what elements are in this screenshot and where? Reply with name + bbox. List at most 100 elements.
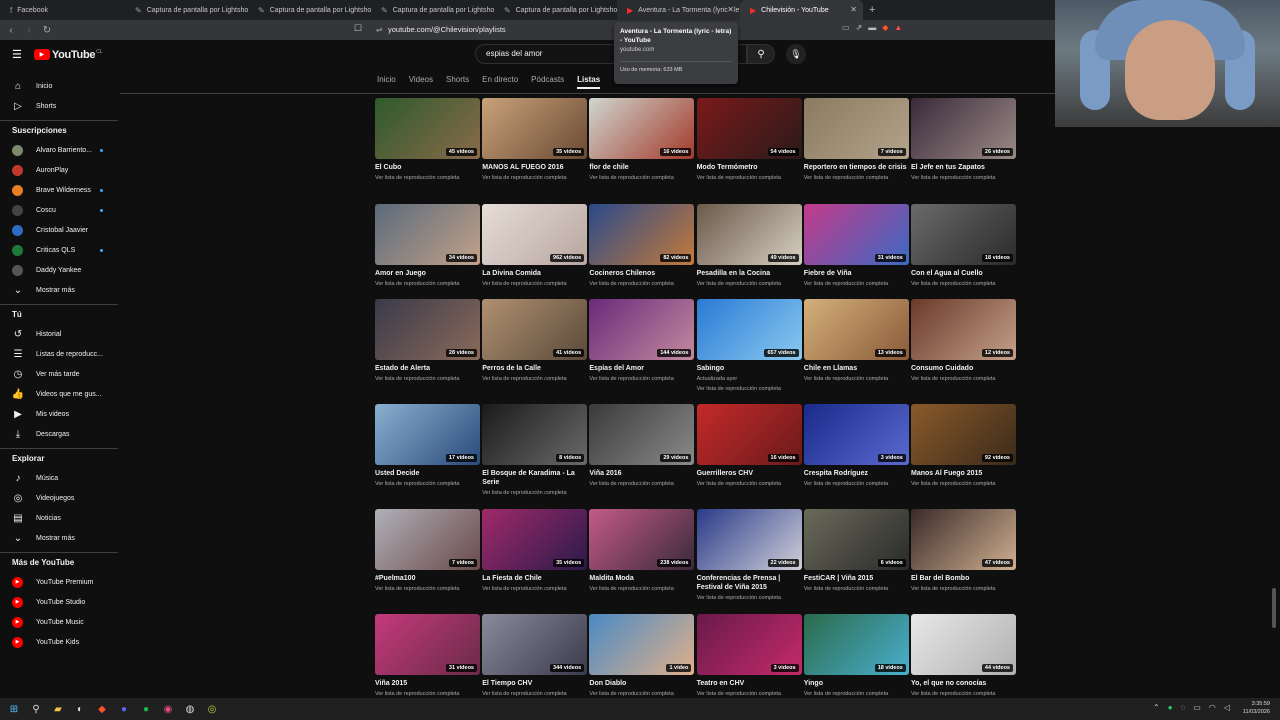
sidebar-item[interactable]: ☰ Listas de reproducc... xyxy=(11,346,119,362)
playlist-title[interactable]: Conferencias de Prensa | Festival de Viñ… xyxy=(697,574,802,592)
scrollbar[interactable] xyxy=(1272,588,1276,628)
playlist-title[interactable]: Don Diablo xyxy=(589,679,694,688)
playlist-title[interactable]: El Cubo xyxy=(375,163,480,172)
section-header-you[interactable]: Tú xyxy=(12,310,22,319)
tab-inicio[interactable]: Inicio xyxy=(377,75,396,89)
playlist-card[interactable]: 54 videos Modo Termómetro Ver lista de rep… xyxy=(696,98,802,182)
app-icon[interactable]: ◐ xyxy=(72,701,88,717)
sidebar-item[interactable]: ▶ YouTube Music xyxy=(11,614,119,630)
view-full-playlist-link[interactable]: Ver lista de reproducción completa xyxy=(697,280,802,288)
browser-tab[interactable]: ✎ Captura de pantalla por Lightshot xyxy=(248,0,371,20)
playlist-card[interactable]: 16 videos Guerrilleros CHV Ver lista de re… xyxy=(696,404,802,488)
playlist-card[interactable]: 31 videos Viña 2015 Ver lista de reproducc… xyxy=(375,614,480,698)
voice-search-button[interactable]: 🎙 xyxy=(786,44,806,64)
playlist-thumbnail[interactable]: 31 videos xyxy=(375,614,480,675)
view-full-playlist-link[interactable]: Ver lista de reproducción completa xyxy=(589,375,694,383)
chevron-up-icon[interactable]: ⌃ xyxy=(1153,703,1160,712)
view-full-playlist-link[interactable]: Ver lista de reproducción completa xyxy=(589,690,694,698)
install-icon[interactable]: ▭ xyxy=(842,23,850,32)
view-full-playlist-link[interactable]: Ver lista de reproducción completa xyxy=(911,280,1016,288)
view-full-playlist-link[interactable]: Ver lista de reproducción completa xyxy=(375,480,480,488)
playlist-title[interactable]: Yo, el que no conocías xyxy=(911,679,1016,688)
view-full-playlist-link[interactable]: Ver lista de reproducción completa xyxy=(804,280,909,288)
playlist-thumbnail[interactable]: 6 videos xyxy=(803,509,909,570)
brave-shield-icon[interactable]: ◆ xyxy=(882,23,888,32)
brave-browser-icon[interactable]: ◆ xyxy=(94,701,110,717)
sidebar-item[interactable]: Criticas QLS xyxy=(11,242,119,258)
playlist-thumbnail[interactable]: 47 videos xyxy=(911,509,1016,570)
playlist-card[interactable]: 31 videos Fiebre de Viña Ver lista de repr… xyxy=(803,204,909,288)
playlist-title[interactable]: #Puelma100 xyxy=(375,574,480,583)
playlist-card[interactable]: 7 videos #Puelma100 Ver lista de reproducc… xyxy=(375,509,480,593)
view-full-playlist-link[interactable]: Ver lista de reproducción completa xyxy=(589,174,694,182)
playlist-card[interactable]: 962 videos La Divina Comida Ver lista de r… xyxy=(482,204,588,288)
playlist-title[interactable]: La Divina Comida xyxy=(482,269,587,278)
view-full-playlist-link[interactable]: Ver lista de reproducción completa xyxy=(589,280,694,288)
playlist-card[interactable]: 34 videos Amor en Juego Ver lista de repro… xyxy=(375,204,480,288)
steam-icon[interactable]: ◍ xyxy=(182,701,198,717)
playlist-thumbnail[interactable]: 35 videos xyxy=(482,98,588,159)
sidebar-item[interactable]: Coscu xyxy=(11,202,119,218)
sidebar-item[interactable]: Daddy Yankee xyxy=(11,262,119,278)
sidebar-item[interactable]: ↺ Historial xyxy=(11,326,119,342)
forward-icon[interactable]: › xyxy=(22,25,36,36)
playlist-thumbnail[interactable]: 7 videos xyxy=(375,509,480,570)
playlist-title[interactable]: Fiebre de Viña xyxy=(804,269,909,278)
playlist-thumbnail[interactable]: 3 videos xyxy=(803,404,909,465)
playlist-thumbnail[interactable]: 962 videos xyxy=(482,204,588,265)
search-icon[interactable]: ⚲ xyxy=(28,701,44,717)
playlist-thumbnail[interactable]: 8 videos xyxy=(482,404,588,465)
playlist-thumbnail[interactable]: 12 videos xyxy=(911,299,1016,360)
sidebar-item[interactable]: 👍 Videos que me gus... xyxy=(11,386,119,402)
playlist-title[interactable]: El Bar del Bombo xyxy=(911,574,1016,583)
playlist-title[interactable]: Espías del Amor xyxy=(589,364,694,373)
tab-listas[interactable]: Listas xyxy=(577,75,601,89)
view-full-playlist-link[interactable]: Ver lista de reproducción completa xyxy=(804,480,909,488)
view-full-playlist-link[interactable]: Ver lista de reproducción completa xyxy=(375,280,480,288)
sidebar-item[interactable]: Brave Wilderness xyxy=(11,182,119,198)
playlist-card[interactable]: 82 videos Cocineros Chilenos Ver lista de … xyxy=(589,204,695,288)
playlist-title[interactable]: Cocineros Chilenos xyxy=(589,269,694,278)
tab-videos[interactable]: Videos xyxy=(409,75,433,89)
playlist-title[interactable]: Crespita Rodríguez xyxy=(804,469,909,478)
playlist-thumbnail[interactable]: 29 videos xyxy=(589,404,695,465)
view-full-playlist-link[interactable]: Actualizada ayer xyxy=(697,375,802,383)
view-full-playlist-link[interactable]: Ver lista de reproducción completa xyxy=(697,174,802,182)
sidebar-item[interactable]: ▤ Noticias xyxy=(11,510,119,526)
file-explorer-icon[interactable]: ▰ xyxy=(50,701,66,717)
playlist-title[interactable]: Modo Termómetro xyxy=(697,163,802,172)
view-full-playlist-link[interactable]: Ver lista de reproducción completa xyxy=(697,385,802,393)
status-dot-icon[interactable]: ● xyxy=(1168,703,1173,712)
playlist-card[interactable]: 35 videos La Fiesta de Chile Ver lista de … xyxy=(482,509,588,593)
playlist-card[interactable]: 44 videos Yo, el que no conocías Ver lista… xyxy=(911,614,1016,698)
playlist-card[interactable]: 16 videos flor de chile Ver lista de repro… xyxy=(589,98,695,182)
tab-shorts[interactable]: Shorts xyxy=(446,75,469,89)
playlist-thumbnail[interactable]: 35 videos xyxy=(482,509,588,570)
playlist-card[interactable]: 47 videos El Bar del Bombo Ver lista de re… xyxy=(911,509,1016,593)
playlist-title[interactable]: Usted Decide xyxy=(375,469,480,478)
playlist-thumbnail[interactable]: 18 videos xyxy=(911,204,1016,265)
playlist-thumbnail[interactable]: 238 videos xyxy=(589,509,695,570)
sidebar-item[interactable]: ▶ YouTube Studio xyxy=(11,594,119,610)
playlist-title[interactable]: Perros de la Calle xyxy=(482,364,587,373)
playlist-thumbnail[interactable]: 45 videos xyxy=(375,98,480,159)
search-button[interactable]: ⚲ xyxy=(747,44,775,64)
playlist-card[interactable]: 3 videos Teatro en CHV Ver lista de reprod… xyxy=(696,614,802,698)
playlist-title[interactable]: Con el Agua al Cuello xyxy=(911,269,1016,278)
playlist-thumbnail[interactable]: 657 videos xyxy=(696,299,802,360)
playlist-card[interactable]: 28 videos Estado de Alerta Ver lista de re… xyxy=(375,299,480,383)
playlist-card[interactable]: 238 videos Maldita Moda Ver lista de repro… xyxy=(589,509,695,593)
view-full-playlist-link[interactable]: Ver lista de reproducción completa xyxy=(804,585,909,593)
playlist-card[interactable]: 17 videos Usted Decide Ver lista de reprod… xyxy=(375,404,480,488)
view-full-playlist-link[interactable]: Ver lista de reproducción completa xyxy=(697,594,802,602)
view-full-playlist-link[interactable]: Ver lista de reproducción completa xyxy=(375,174,480,182)
browser-tab[interactable]: f Facebook xyxy=(0,0,125,20)
playlist-title[interactable]: Teatro en CHV xyxy=(697,679,802,688)
playlist-title[interactable]: Estado de Alerta xyxy=(375,364,480,373)
clock[interactable]: 3:35:59 11/03/2026 xyxy=(1243,700,1270,716)
browser-tab[interactable]: ✎ Captura de pantalla por Lightshot xyxy=(494,0,617,20)
playlist-title[interactable]: El Tiempo CHV xyxy=(482,679,587,688)
playlist-title[interactable]: Reportero en tiempos de crisis xyxy=(804,163,909,172)
playlist-thumbnail[interactable]: 16 videos xyxy=(589,98,695,159)
playlist-thumbnail[interactable]: 13 videos xyxy=(803,299,909,360)
